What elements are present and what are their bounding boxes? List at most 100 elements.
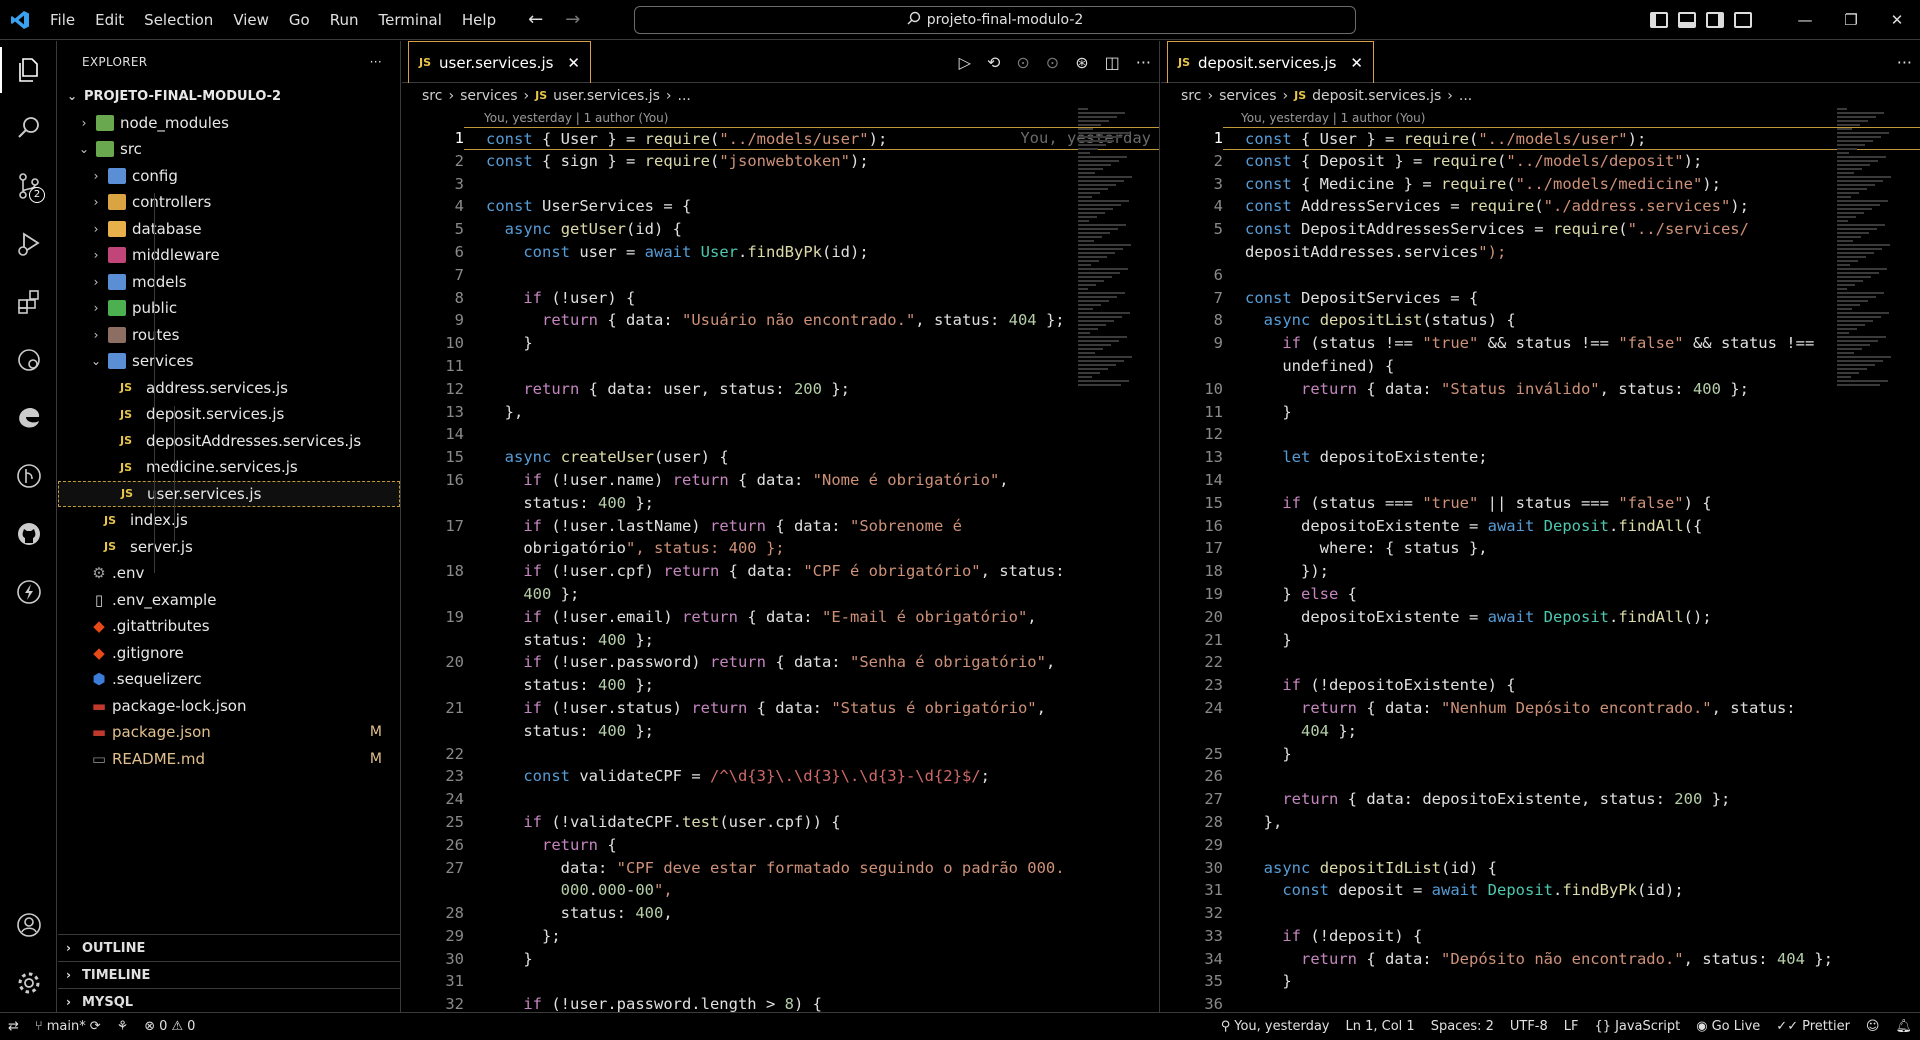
run-debug-icon[interactable]: [0, 215, 57, 273]
code-line[interactable]: 6: [1161, 264, 1920, 287]
section-outline[interactable]: › OUTLINE: [58, 934, 400, 961]
indentation[interactable]: Spaces: 2: [1423, 1019, 1502, 1034]
menu-edit[interactable]: Edit: [85, 0, 134, 40]
code-line[interactable]: 30 }: [402, 948, 1159, 971]
code-line[interactable]: 9 return { data: "Usuário não encontrado…: [402, 309, 1159, 332]
code-line[interactable]: 16 depositoExistente = await Deposit.fin…: [1161, 515, 1920, 538]
thunder-client-icon[interactable]: [0, 563, 57, 621]
code-line[interactable]: 000.000-00",: [402, 879, 1159, 902]
code-line[interactable]: 29 };: [402, 925, 1159, 948]
code-line[interactable]: status: 400 };: [402, 720, 1159, 743]
code-line[interactable]: obrigatório", status: 400 };: [402, 537, 1159, 560]
code-line[interactable]: 12 return { data: user, status: 200 };: [402, 378, 1159, 401]
code-line[interactable]: 23 if (!depositoExistente) {: [1161, 674, 1920, 697]
edge-devtools-icon[interactable]: [0, 389, 57, 447]
git-graph-status-icon[interactable]: ⚘: [109, 1019, 137, 1034]
code-line[interactable]: status: 400 };: [402, 629, 1159, 652]
code-line[interactable]: 32: [1161, 902, 1920, 925]
feedback-icon[interactable]: ☺: [1858, 1019, 1888, 1034]
code-line[interactable]: 21 if (!user.status) return { data: "Sta…: [402, 697, 1159, 720]
code-line[interactable]: 19 } else {: [1161, 583, 1920, 606]
code-line[interactable]: 16 if (!user.name) return { data: "Nome …: [402, 469, 1159, 492]
customize-layout-icon[interactable]: [1734, 12, 1752, 28]
minimize-icon[interactable]: —: [1782, 11, 1828, 29]
code-line[interactable]: 10 }: [402, 332, 1159, 355]
code-line[interactable]: 15 if (status === "true" || status === "…: [1161, 492, 1920, 515]
code-line[interactable]: 31 const deposit = await Deposit.findByP…: [1161, 879, 1920, 902]
menu-view[interactable]: View: [223, 0, 279, 40]
code-line[interactable]: 27 return { data: depositoExistente, sta…: [1161, 788, 1920, 811]
codelens-blame[interactable]: You, yesterday | 1 author (You): [484, 111, 668, 125]
code-line[interactable]: 8 async depositList(status) {: [1161, 309, 1920, 332]
code-line[interactable]: 2 const { sign } = require("jsonwebtoken"…: [402, 150, 1159, 173]
folder-item[interactable]: › node_modules: [58, 110, 400, 137]
file-item[interactable]: ◆ .gitignore: [58, 640, 400, 667]
file-item[interactable]: ▭ README.md M: [58, 746, 400, 773]
code-line[interactable]: status: 400 };: [402, 492, 1159, 515]
code-line[interactable]: 9 if (status !== "true" && status !== "f…: [1161, 332, 1920, 355]
command-center[interactable]: projeto-final-modulo-2: [634, 6, 1356, 34]
end-of-line[interactable]: LF: [1556, 1019, 1587, 1034]
code-line[interactable]: 27 data: "CPF deve estar formatado segui…: [402, 857, 1159, 880]
file-item[interactable]: JS deposit.services.js: [58, 401, 400, 428]
run-code-icon[interactable]: ▷: [959, 53, 971, 72]
code-line[interactable]: 5 const DepositAddressesServices = requir…: [1161, 218, 1920, 241]
notifications-bell-icon[interactable]: 🔔︎: [1887, 1019, 1920, 1034]
file-item[interactable]: ⚙ .env: [58, 560, 400, 587]
code-line[interactable]: 21 }: [1161, 629, 1920, 652]
code-line[interactable]: 26: [1161, 765, 1920, 788]
code-line[interactable]: 8 if (!user) {: [402, 287, 1159, 310]
code-line[interactable]: 31: [402, 970, 1159, 993]
branch-status[interactable]: ⑂ main* ⟳: [27, 1019, 109, 1034]
code-line[interactable]: 13 },: [402, 401, 1159, 424]
code-line[interactable]: 25 if (!validateCPF.test(user.cpf)) {: [402, 811, 1159, 834]
minimap[interactable]: [1078, 108, 1140, 388]
extensions-icon[interactable]: [0, 273, 57, 331]
code-line[interactable]: 36: [1161, 993, 1920, 1012]
tab-deposit-services[interactable]: JS deposit.services.js ✕: [1167, 41, 1374, 83]
code-line[interactable]: 24 return { data: "Nenhum Depósito encon…: [1161, 697, 1920, 720]
menu-help[interactable]: Help: [452, 0, 506, 40]
file-item[interactable]: ▬ package-lock.json: [58, 693, 400, 720]
encoding[interactable]: UTF-8: [1502, 1019, 1556, 1034]
menu-run[interactable]: Run: [320, 0, 369, 40]
forward-arrow-icon[interactable]: →: [565, 9, 580, 30]
file-item[interactable]: JS user.services.js: [58, 480, 400, 507]
code-line[interactable]: 11 }: [1161, 401, 1920, 424]
folder-item[interactable]: › middleware: [58, 242, 400, 269]
more-actions-icon[interactable]: ···: [1897, 53, 1912, 72]
close-tab-icon[interactable]: ✕: [567, 54, 580, 72]
code-line[interactable]: 7: [402, 264, 1159, 287]
close-tab-icon[interactable]: ✕: [1350, 54, 1363, 72]
go-live-button[interactable]: ◉ Go Live: [1688, 1019, 1768, 1034]
file-item[interactable]: JS server.js: [58, 534, 400, 561]
search-activity-icon[interactable]: [0, 99, 57, 157]
open-changes-icon[interactable]: ⟲: [987, 53, 1000, 72]
folder-item[interactable]: ›public: [58, 295, 400, 322]
file-item[interactable]: ⬢ .sequelizerc: [58, 666, 400, 693]
folder-item[interactable]: › config: [58, 163, 400, 190]
code-line[interactable]: 400 };: [402, 583, 1159, 606]
section-mysql[interactable]: › MYSQL: [58, 988, 400, 1015]
split-editor-icon[interactable]: ◫: [1105, 53, 1120, 72]
prettier-status[interactable]: ✓✓ Prettier: [1768, 1019, 1858, 1034]
explorer-icon[interactable]: [0, 41, 57, 99]
folder-item[interactable]: ⌄ src: [58, 136, 400, 163]
code-line[interactable]: 26 return {: [402, 834, 1159, 857]
cursor-position[interactable]: Ln 1, Col 1: [1338, 1019, 1423, 1034]
manage-gear-icon[interactable]: [0, 954, 57, 1012]
folder-item[interactable]: ⌄ services: [58, 348, 400, 375]
source-control-icon[interactable]: 2: [0, 157, 57, 215]
minimap[interactable]: [1837, 108, 1899, 388]
code-line[interactable]: 3: [402, 173, 1159, 196]
code-line[interactable]: depositAddresses.services");: [1161, 241, 1920, 264]
code-line[interactable]: 4 const UserServices = {: [402, 195, 1159, 218]
code-line[interactable]: 12: [1161, 423, 1920, 446]
tab-user-services[interactable]: JS user.services.js ✕: [408, 41, 591, 83]
code-line[interactable]: 10 return { data: "Status inválido", sta…: [1161, 378, 1920, 401]
file-item[interactable]: JS medicine.services.js: [58, 454, 400, 481]
remote-indicator-icon[interactable]: ⇄: [0, 1019, 27, 1034]
code-line[interactable]: 20 if (!user.password) return { data: "S…: [402, 651, 1159, 674]
code-line[interactable]: 7 const DepositServices = {: [1161, 287, 1920, 310]
toggle-primary-sidebar-icon[interactable]: [1650, 12, 1668, 28]
